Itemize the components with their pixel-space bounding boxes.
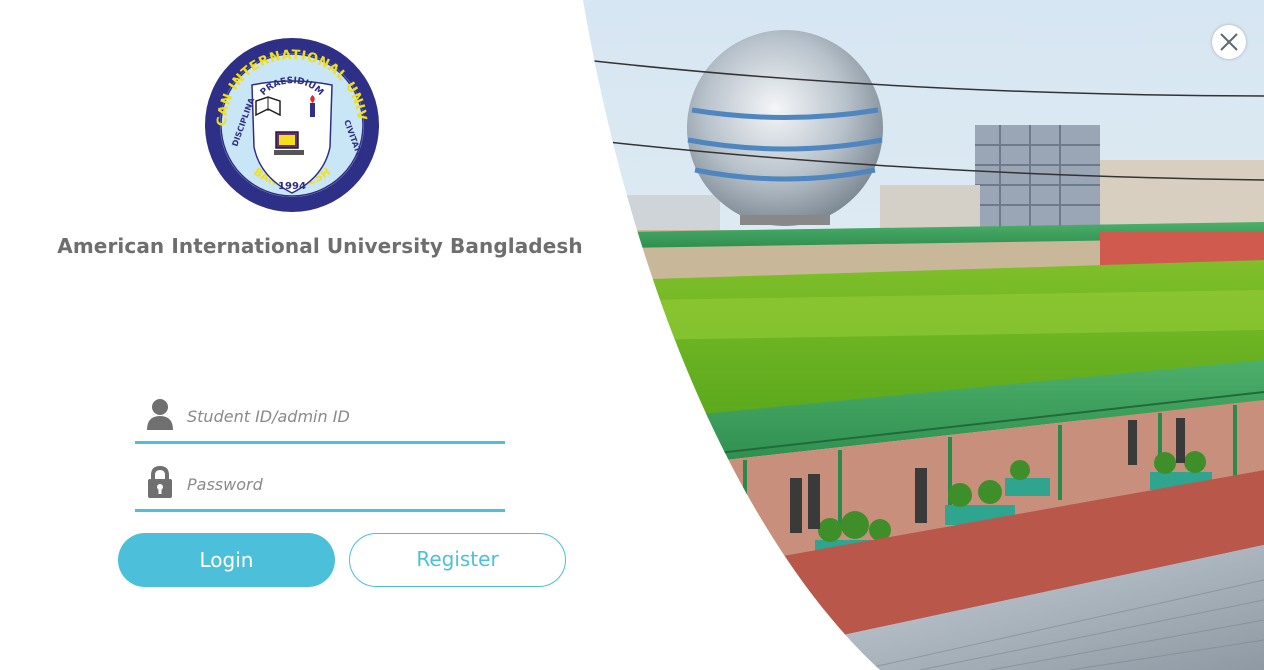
login-button[interactable]: Login [118, 533, 335, 587]
login-window: AMERICAN INTERNATIONAL UNIVERSITY BANGLA… [0, 0, 1264, 670]
register-button[interactable]: Register [349, 533, 566, 587]
password-input[interactable] [187, 469, 487, 499]
university-name: American International University Bangla… [57, 234, 583, 258]
user-icon [145, 398, 175, 430]
lock-icon [145, 465, 175, 498]
username-field [135, 393, 505, 444]
student-id-input[interactable] [187, 401, 487, 431]
close-icon [1220, 33, 1238, 51]
password-field [135, 461, 505, 512]
logo-year: 1994 [278, 181, 306, 192]
university-logo: AMERICAN INTERNATIONAL UNIVERSITY BANGLA… [197, 26, 380, 213]
close-button[interactable] [1212, 25, 1246, 59]
